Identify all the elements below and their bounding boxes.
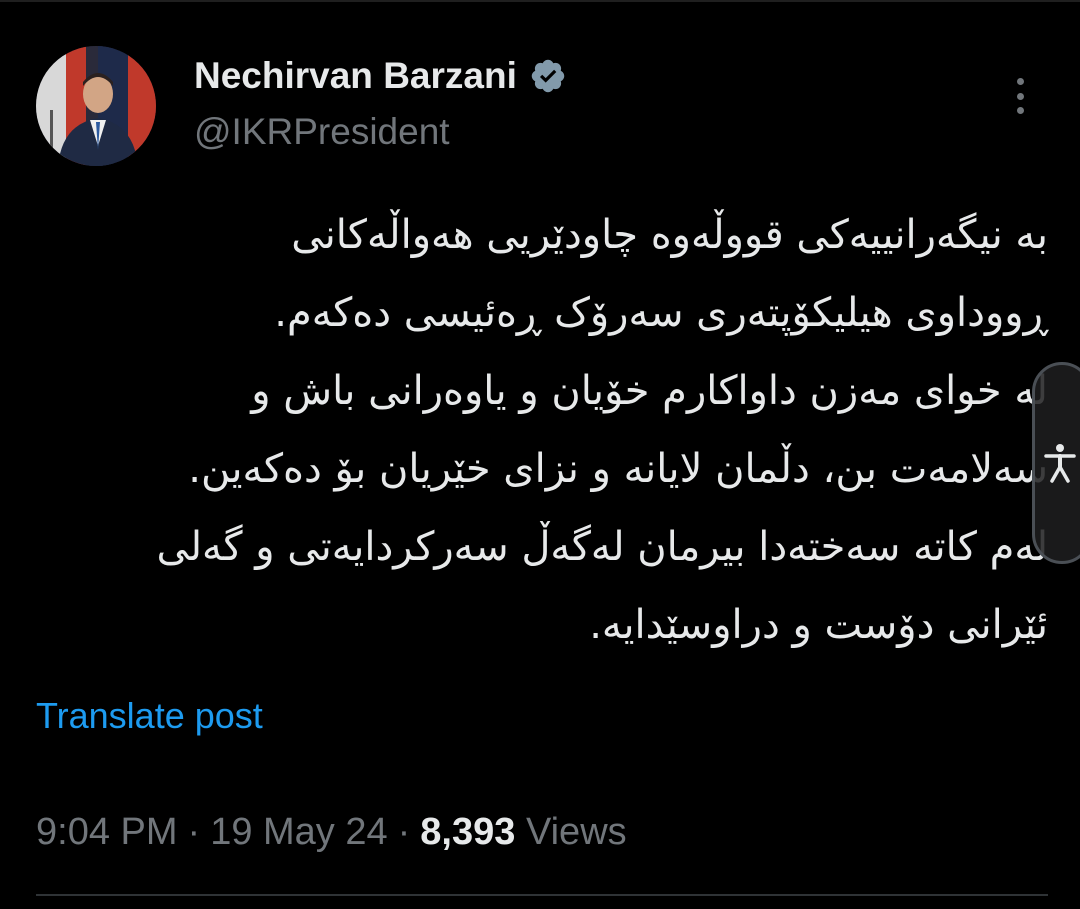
avatar-photo xyxy=(36,46,156,166)
post-time[interactable]: 9:04 PM xyxy=(36,811,178,853)
post-text: به نیگەرانییەکی قووڵەوە چاودێریی هەواڵەک… xyxy=(36,196,1048,664)
more-options-icon xyxy=(1016,78,1024,85)
post-text-line: سەلامەت بن، دڵمان لایانە و نزای خێریان ب… xyxy=(188,446,1048,492)
top-divider xyxy=(0,0,1080,2)
views-count[interactable]: 8,393 xyxy=(420,811,515,853)
post-metadata: 9:04 PM · 19 May 24 · 8,393 Views xyxy=(36,808,627,856)
post-text-line: ڕووداوی هیلیکۆپتەری سەرۆک ڕەئیسی دەکەم. xyxy=(274,290,1048,336)
post-text-line: لەم کاتە سەختەدا بیرمان لەگەڵ سەرکردایەت… xyxy=(156,524,1048,570)
post-text-line: به نیگەرانییەکی قووڵەوە چاودێریی هەواڵەک… xyxy=(291,212,1048,258)
avatar[interactable] xyxy=(36,46,156,166)
author-name-text[interactable]: Nechirvan Barzani xyxy=(194,52,517,100)
more-options-button[interactable] xyxy=(1004,74,1036,118)
author-display-name[interactable]: Nechirvan Barzani xyxy=(194,52,567,100)
more-options-dot xyxy=(1016,92,1024,100)
verified-badge-icon[interactable] xyxy=(529,57,567,95)
accessibility-icon xyxy=(1044,444,1076,483)
author-handle[interactable]: @IKRPresident xyxy=(194,108,450,156)
meta-separator: · xyxy=(187,811,201,853)
translate-post-link[interactable]: Translate post xyxy=(36,694,263,738)
post-text-line: ئێرانی دۆست و دراوسێدایە. xyxy=(589,602,1048,648)
post-date[interactable]: 19 May 24 xyxy=(210,811,387,853)
post-text-line: لە خوای مەزن داواکارم خۆیان و یاوەرانی ب… xyxy=(251,368,1048,414)
more-options-dot xyxy=(1016,107,1024,114)
bottom-divider xyxy=(36,894,1048,896)
views-label[interactable]: Views xyxy=(526,811,627,853)
meta-separator: · xyxy=(397,811,411,853)
accessibility-shortcut-tab[interactable] xyxy=(1032,362,1080,564)
